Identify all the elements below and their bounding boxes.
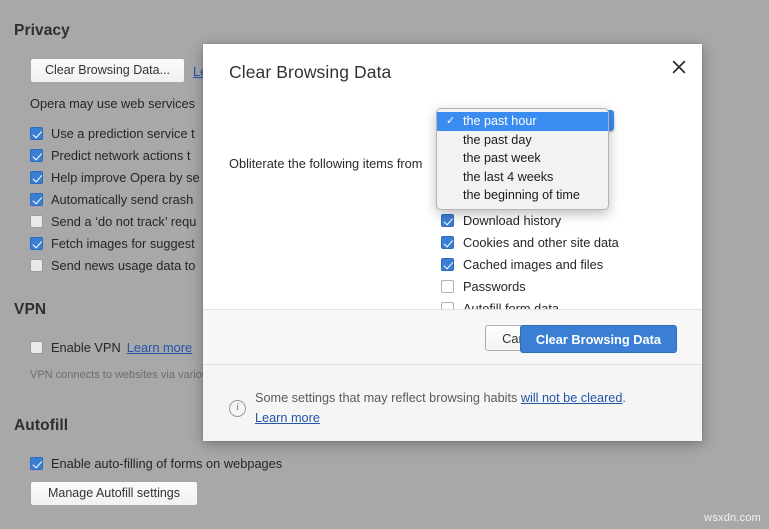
privacy-checkbox-row[interactable]: Send news usage data to [30, 256, 195, 274]
checkbox-label: Automatically send crash [51, 192, 193, 207]
checkbox-cookies-and-site-data[interactable] [441, 236, 454, 249]
option-label: the past hour [463, 114, 537, 128]
option-label: the past week [463, 151, 541, 165]
checkbox-help-improve-opera[interactable] [30, 171, 43, 184]
privacy-checkbox-row[interactable]: Predict network actions t [30, 146, 190, 164]
confirm-clear-browsing-data-button[interactable]: Clear Browsing Data [520, 325, 677, 353]
checkbox-label: Send news usage data to [51, 258, 195, 273]
autofill-enable-label: Enable auto-filling of forms on webpages [51, 456, 282, 471]
checkbox-cached-images-and-files[interactable] [441, 258, 454, 271]
data-item-row[interactable]: Download history [441, 212, 561, 229]
checkbox-predict-network-actions[interactable] [30, 149, 43, 162]
will-not-be-cleared-link[interactable]: will not be cleared [521, 391, 623, 405]
privacy-description: Opera may use web services [30, 96, 195, 111]
time-range-option-past-week[interactable]: the past week [437, 149, 608, 168]
time-range-option-last-4-weeks[interactable]: the last 4 weeks [437, 168, 608, 187]
dialog-footer-note: i Some settings that may reflect browsin… [203, 365, 702, 441]
section-title-vpn: VPN [14, 301, 46, 319]
option-label: the past day [463, 133, 532, 147]
checkbox-label: Fetch images for suggest [51, 236, 195, 251]
obliterate-label: Obliterate the following items from [229, 156, 422, 171]
data-item-label: Cached images and files [463, 257, 603, 272]
checkbox-label: Help improve Opera by se [51, 170, 200, 185]
dialog-title: Clear Browsing Data [229, 62, 391, 83]
vpn-learn-more-link[interactable]: Learn more [127, 340, 192, 355]
checkbox-enable-autofill[interactable] [30, 457, 43, 470]
vpn-enable-row[interactable]: Enable VPN Learn more [30, 338, 192, 356]
info-icon: i [229, 400, 246, 417]
footer-learn-more-link[interactable]: Learn more [255, 411, 320, 425]
option-label: the last 4 weeks [463, 170, 553, 184]
privacy-checkbox-row[interactable]: Send a ‘do not track’ requ [30, 212, 196, 230]
time-range-option-beginning-of-time[interactable]: the beginning of time [437, 186, 608, 205]
clear-browsing-data-button[interactable]: Clear Browsing Data... [30, 58, 185, 83]
checkbox-download-history[interactable] [441, 214, 454, 227]
clear-browsing-data-dialog: Clear Browsing Data Obliterate the follo… [203, 44, 702, 441]
time-range-select-popup[interactable]: ✓ the past hour the past day the past we… [436, 108, 609, 210]
time-range-option-past-hour[interactable]: ✓ the past hour [437, 112, 608, 131]
checkbox-send-crash-reports[interactable] [30, 193, 43, 206]
data-item-row[interactable]: Cookies and other site data [441, 234, 619, 251]
section-title-autofill: Autofill [14, 417, 68, 435]
footer-text: Some settings that may reflect browsing … [255, 388, 685, 428]
vpn-note: VPN connects to websites via variou [30, 369, 208, 381]
vpn-enable-label: Enable VPN [51, 340, 121, 355]
checkbox-label: Predict network actions t [51, 148, 190, 163]
autofill-enable-row[interactable]: Enable auto-filling of forms on webpages [30, 454, 282, 472]
section-title-privacy: Privacy [14, 22, 70, 40]
checkbox-passwords[interactable] [441, 280, 454, 293]
option-label: the beginning of time [463, 188, 580, 202]
data-item-label: Passwords [463, 279, 526, 294]
footer-text-before: Some settings that may reflect browsing … [255, 391, 521, 405]
privacy-checkbox-row[interactable]: Automatically send crash [30, 190, 193, 208]
privacy-checkbox-row[interactable]: Help improve Opera by se [30, 168, 200, 186]
check-icon: ✓ [446, 112, 455, 131]
close-icon[interactable] [666, 54, 692, 80]
watermark: wsxdn.com [704, 512, 761, 524]
dialog-button-bar: Cancel Clear Browsing Data [203, 309, 702, 365]
checkbox-enable-vpn[interactable] [30, 341, 43, 354]
data-item-label: Cookies and other site data [463, 235, 619, 250]
manage-autofill-settings-button[interactable]: Manage Autofill settings [30, 481, 198, 506]
data-item-label: Download history [463, 213, 561, 228]
time-range-option-past-day[interactable]: the past day [437, 131, 608, 150]
checkbox-prediction-service[interactable] [30, 127, 43, 140]
footer-text-after: . [622, 391, 626, 405]
data-item-row[interactable]: Cached images and files [441, 256, 603, 273]
checkbox-do-not-track[interactable] [30, 215, 43, 228]
privacy-checkbox-row[interactable]: Fetch images for suggest [30, 234, 195, 252]
privacy-checkbox-row[interactable]: Use a prediction service t [30, 124, 195, 142]
checkbox-fetch-images[interactable] [30, 237, 43, 250]
data-item-row[interactable]: Passwords [441, 278, 526, 295]
checkbox-label: Use a prediction service t [51, 126, 195, 141]
checkbox-label: Send a ‘do not track’ requ [51, 214, 196, 229]
checkbox-send-news-usage[interactable] [30, 259, 43, 272]
